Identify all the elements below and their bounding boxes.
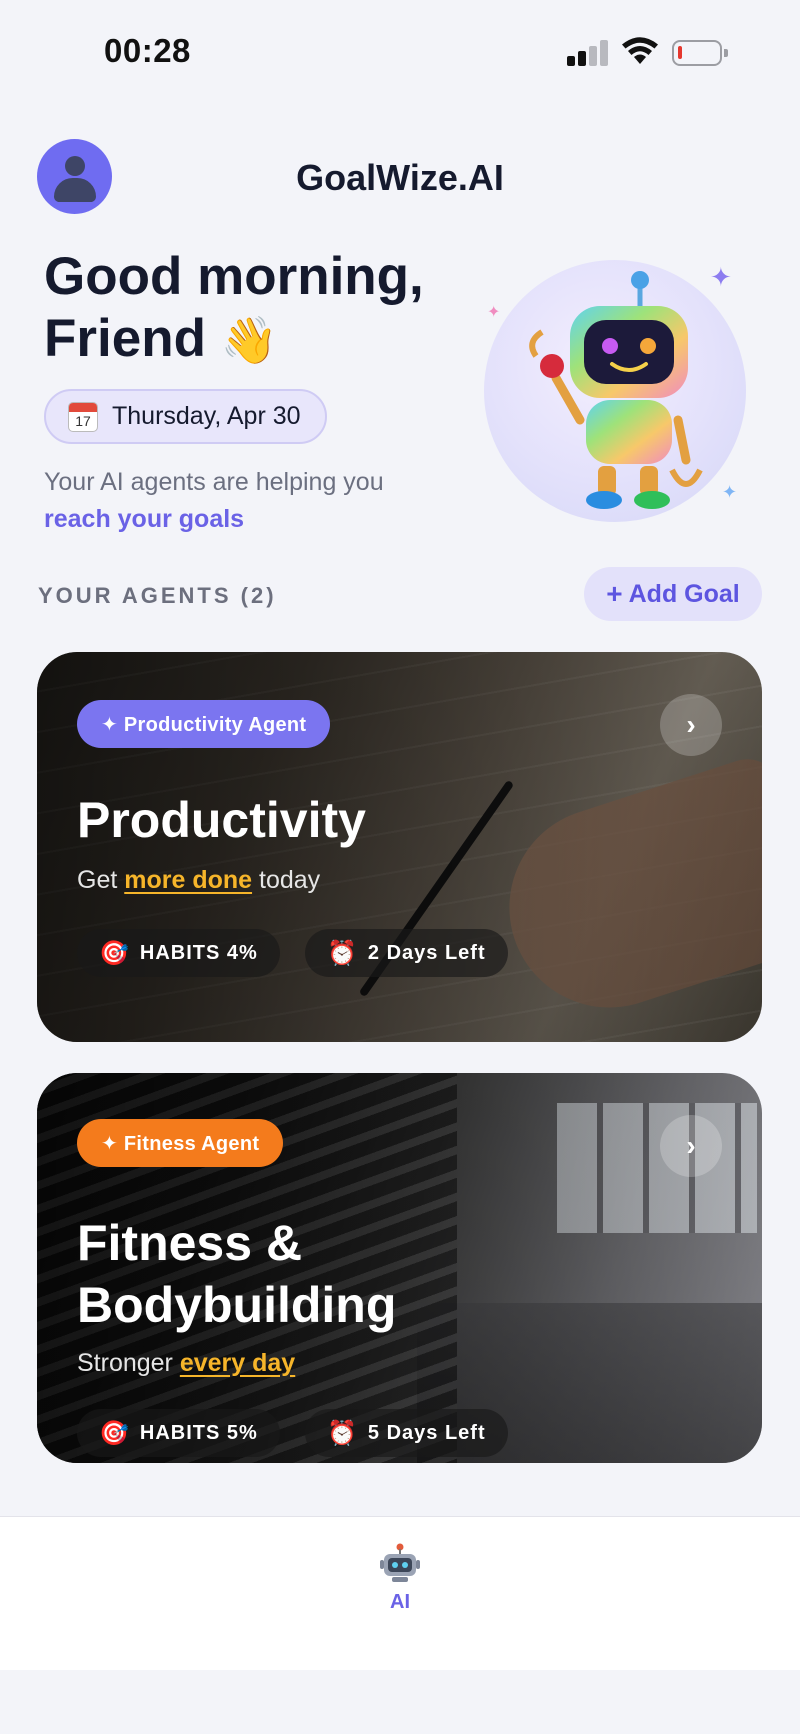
chevron-right-icon[interactable]: › xyxy=(660,1115,722,1177)
days-left: 2 Days Left xyxy=(367,941,486,964)
fitness-agent-badge: ✦ Fitness Agent xyxy=(77,1119,284,1167)
greeting-heading: Good morning, Friend 👋 xyxy=(44,246,464,371)
greeting-line-2: Friend 👋 xyxy=(44,308,464,371)
battery-low-icon xyxy=(672,40,728,66)
wifi-icon xyxy=(622,37,658,64)
greeting-name: Friend xyxy=(44,309,206,368)
habits-progress-chip: 🎯 HABITS 5% xyxy=(77,1409,280,1457)
calendar-icon-day: 17 xyxy=(75,412,91,429)
waving-hand-icon: 👋 xyxy=(220,314,278,366)
card-title-line-2: Bodybuilding xyxy=(77,1277,397,1333)
sparkle-icon: ✦ xyxy=(710,262,732,292)
days-left-chip: ⏰ 2 Days Left xyxy=(305,929,508,977)
days-left-chip: ⏰ 5 Days Left xyxy=(305,1409,508,1457)
target-icon: 🎯 xyxy=(99,1419,130,1447)
habits-progress: HABITS 4% xyxy=(139,941,258,964)
add-goal-label: Add Goal xyxy=(628,579,740,608)
date-pill: 17 Thursday, Apr 30 xyxy=(44,389,327,444)
card-subtitle-highlight: every day xyxy=(179,1349,296,1377)
card-subtitle-prefix: Stronger xyxy=(77,1349,173,1377)
greeting-line-1: Good morning, xyxy=(44,247,424,306)
card-title: Productivity xyxy=(77,792,366,848)
card-subtitle: Get more done today xyxy=(77,866,320,895)
sparkle-icon: ✦ xyxy=(722,482,738,502)
agent-card-fitness[interactable]: ✦ Fitness Agent › Fitness & Bodybuilding… xyxy=(37,1073,762,1463)
alarm-clock-icon: ⏰ xyxy=(327,939,358,967)
chevron-right-icon[interactable]: › xyxy=(660,694,722,756)
app-title: GoalWize.AI xyxy=(296,157,504,198)
home-indicator-area xyxy=(0,1670,800,1734)
card-title-line-1: Fitness & xyxy=(77,1215,303,1271)
habits-progress: HABITS 5% xyxy=(139,1421,258,1444)
sparkle-icon: ✦ xyxy=(487,304,501,321)
card-subtitle-prefix: Get xyxy=(77,866,118,894)
alarm-clock-icon: ⏰ xyxy=(327,1419,358,1447)
greeting-subtitle: Your AI agents are helping you xyxy=(44,468,384,496)
cellular-signal-icon xyxy=(567,40,609,66)
card-subtitle-highlight: more done xyxy=(124,866,253,894)
card-subtitle: Stronger every day xyxy=(77,1349,295,1378)
target-icon: 🎯 xyxy=(99,939,130,967)
robot-mascot-illustration xyxy=(529,271,703,509)
card-subtitle-suffix: today xyxy=(259,866,321,894)
tab-ai-label: AI xyxy=(390,1591,410,1613)
bottom-tab-bar: AI xyxy=(0,1516,800,1670)
days-left: 5 Days Left xyxy=(367,1421,486,1444)
habits-progress-chip: 🎯 HABITS 4% xyxy=(77,929,280,977)
productivity-agent-badge: ✦ Productivity Agent xyxy=(77,700,331,748)
current-date: Thursday, Apr 30 xyxy=(112,402,301,430)
greeting-subtitle-highlight: reach your goals xyxy=(44,505,245,533)
status-time: 00:28 xyxy=(104,32,191,69)
calendar-icon: 17 xyxy=(68,401,98,432)
robot-icon xyxy=(380,1543,420,1582)
agent-card-productivity[interactable]: ✦ Productivity Agent › Productivity Get … xyxy=(37,652,762,1042)
status-bar: 00:28 xyxy=(0,0,800,110)
tab-ai[interactable]: AI xyxy=(360,1543,440,1633)
add-goal-button[interactable]: + Add Goal xyxy=(584,567,762,621)
plus-icon: + xyxy=(606,578,623,609)
agents-section-label: YOUR AGENTS (2) xyxy=(38,583,277,608)
